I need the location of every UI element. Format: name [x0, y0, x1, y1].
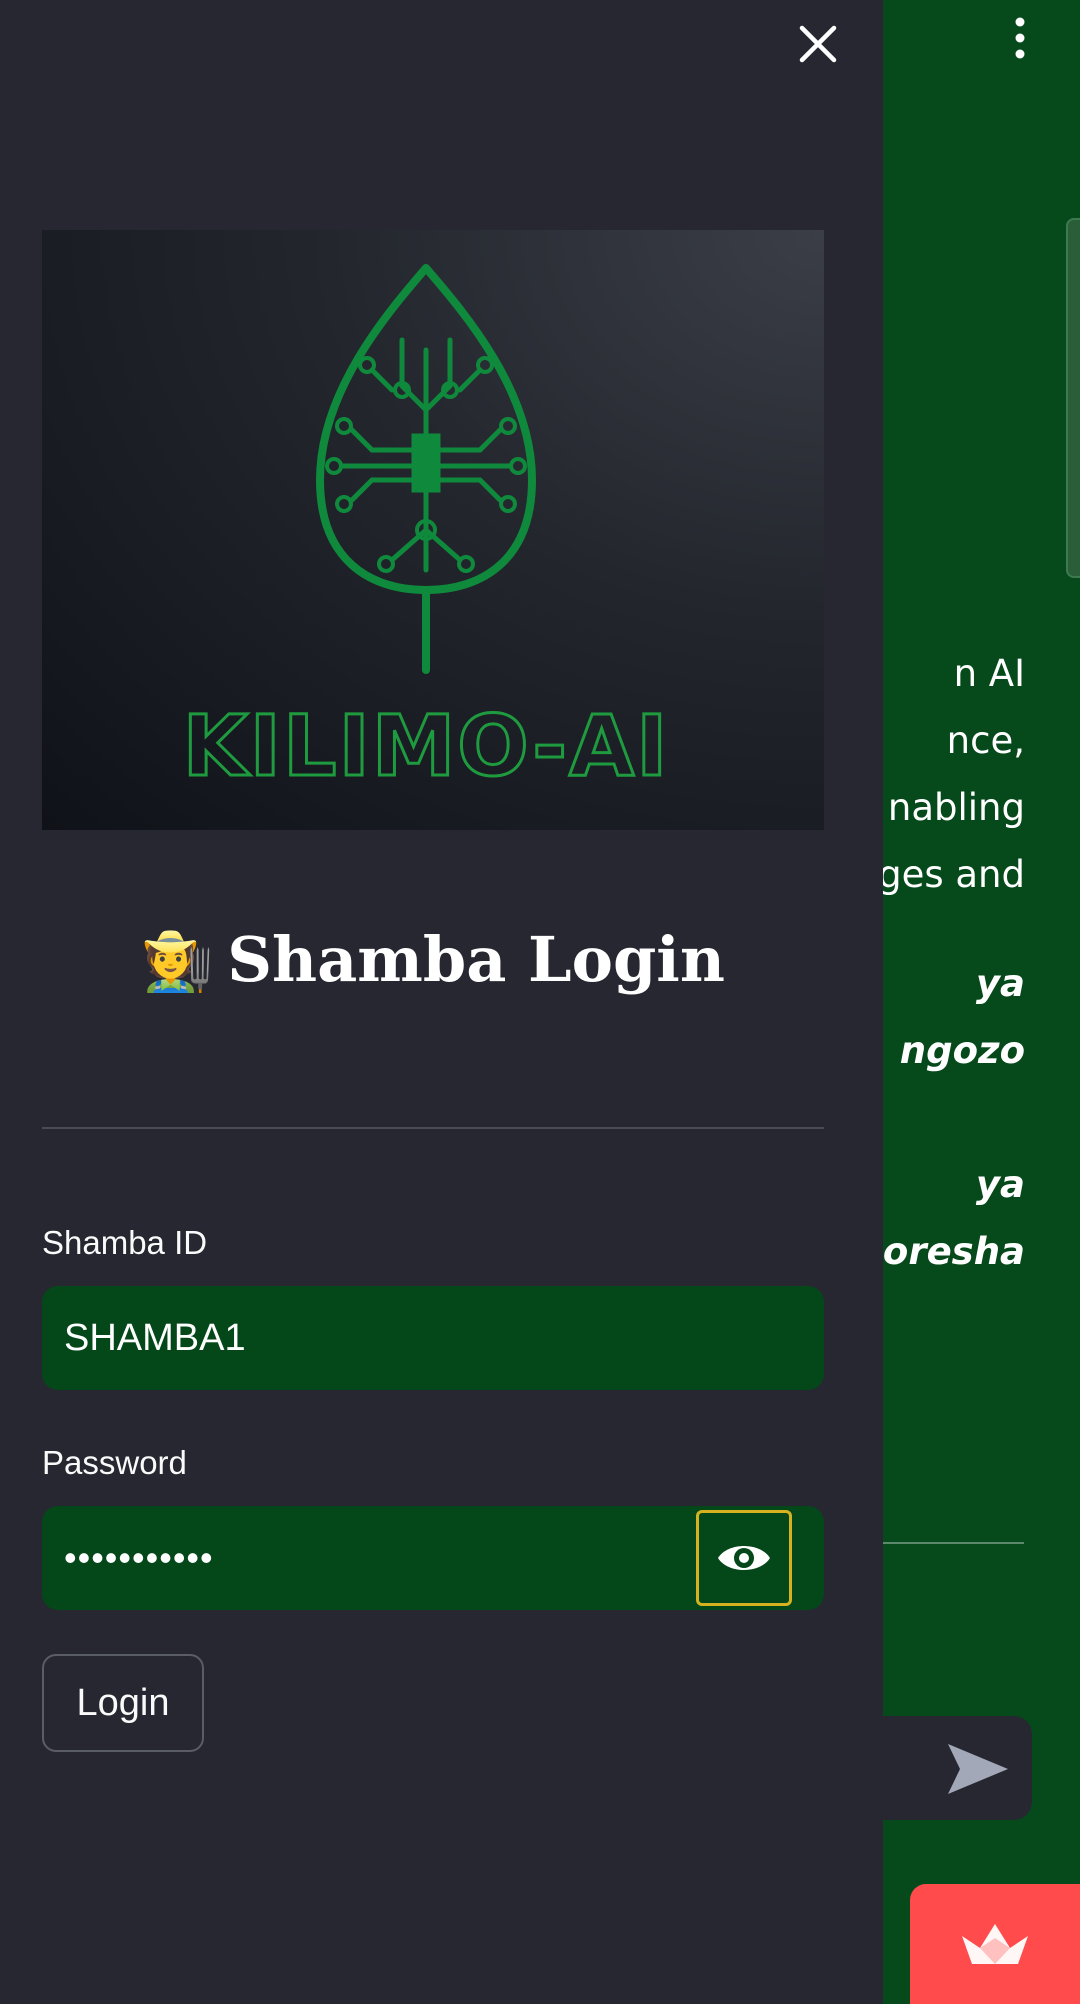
sidebar: KILIMO-AI 🧑‍🌾 Shamba Login Shamba ID SHAM… [0, 0, 883, 2004]
send-icon[interactable] [944, 1740, 1012, 1798]
streamlit-crown-icon [962, 1924, 1028, 1964]
kilimo-ai-logo: KILIMO-AI [42, 230, 824, 830]
close-icon[interactable] [794, 20, 842, 68]
leaf-circuit-icon: KILIMO-AI [181, 264, 670, 797]
streamlit-badge[interactable] [910, 1884, 1080, 2004]
password-input[interactable]: ••••••••••• [64, 1506, 704, 1610]
login-button[interactable]: Login [42, 1654, 204, 1752]
eye-icon [718, 1546, 770, 1570]
shamba-id-field[interactable]: SHAMBA1 [42, 1286, 824, 1390]
password-field[interactable]: ••••••••••• [42, 1506, 824, 1610]
farmer-icon: 🧑‍🌾 [141, 927, 214, 995]
logo-text: KILIMO-AI [183, 697, 670, 795]
page-title: 🧑‍🌾 Shamba Login [42, 918, 824, 1003]
password-label: Password [42, 1444, 187, 1481]
main-divider [880, 1542, 1024, 1544]
sidebar-divider [42, 1127, 824, 1129]
scrollbar-thumb[interactable] [1066, 218, 1080, 578]
show-password-button[interactable] [696, 1510, 792, 1606]
shamba-id-label: Shamba ID [42, 1224, 208, 1261]
kebab-menu-icon[interactable] [1008, 16, 1032, 60]
shamba-id-input[interactable]: SHAMBA1 [64, 1286, 704, 1390]
page-title-text: Shamba Login [227, 923, 725, 996]
